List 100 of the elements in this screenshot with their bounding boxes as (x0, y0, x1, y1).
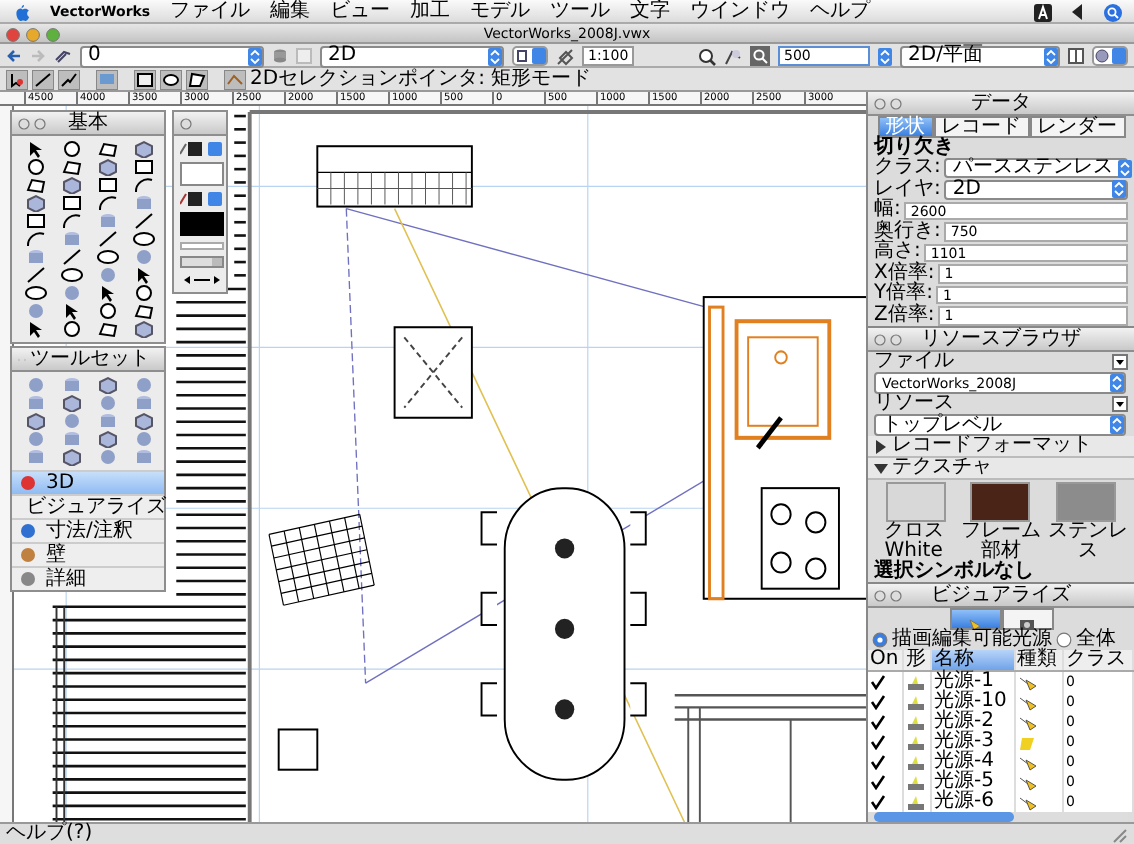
search-icon[interactable] (1104, 3, 1122, 21)
polygon-icon[interactable] (96, 320, 120, 338)
light-name[interactable]: 光源-5 (930, 772, 1015, 792)
cube-icon[interactable] (96, 158, 120, 176)
menu-caret-icon[interactable] (1112, 396, 1128, 412)
checkmark-icon[interactable] (870, 734, 886, 750)
oval-icon[interactable] (24, 284, 48, 302)
apple-logo-icon[interactable] (12, 2, 30, 22)
cube-icon[interactable] (132, 412, 156, 430)
cube-icon[interactable] (132, 140, 156, 158)
close-button-icon[interactable] (6, 27, 20, 41)
radio-button[interactable] (872, 632, 888, 648)
light-name[interactable]: 光源-4 (930, 752, 1015, 772)
rectangle-mode-icon[interactable] (134, 70, 156, 90)
cube-icon[interactable] (96, 430, 120, 448)
page-dropdown-icon[interactable] (512, 46, 548, 66)
checkmark-icon[interactable] (870, 674, 886, 690)
checkmark-icon[interactable] (870, 714, 886, 730)
tool-set-item[interactable]: 寸法/注釈 (12, 518, 164, 542)
checkmark-icon[interactable] (870, 794, 886, 810)
line-icon[interactable] (24, 266, 48, 284)
light-name[interactable]: 光源-3 (930, 732, 1015, 752)
light-name[interactable]: 光源-2 (930, 712, 1015, 732)
cube-icon[interactable] (60, 176, 84, 194)
column-header[interactable]: クラス (1063, 650, 1133, 671)
cube-icon[interactable] (132, 320, 156, 338)
circle-icon[interactable] (60, 320, 84, 338)
arc-icon[interactable] (24, 230, 48, 248)
cube-icon[interactable] (24, 194, 48, 212)
layer-dropdown[interactable]: 2D (320, 45, 504, 67)
polygon-mode-icon[interactable] (186, 70, 208, 90)
rectangle-icon[interactable] (96, 176, 120, 194)
column-header[interactable]: 形 (903, 650, 931, 671)
tool-set-item[interactable]: 3D (12, 470, 164, 494)
lasso-mode-icon[interactable] (160, 70, 182, 90)
database-icon[interactable] (272, 48, 288, 64)
zoom-button-icon[interactable] (46, 27, 60, 41)
fill-style-icon[interactable] (180, 142, 224, 156)
menu-item[interactable]: ウインドウ (690, 2, 791, 22)
polyline-mode-icon[interactable] (58, 70, 80, 90)
line-icon[interactable] (132, 212, 156, 230)
zoom-icon[interactable] (698, 47, 716, 65)
cube-icon[interactable] (96, 376, 120, 394)
checkmark-icon[interactable] (870, 754, 886, 770)
input-menu-icon[interactable] (1034, 3, 1052, 21)
collapse-button-icon[interactable] (890, 97, 902, 109)
line-icon[interactable] (96, 230, 120, 248)
disclosure-triangle-icon[interactable] (874, 439, 888, 453)
view-dropdown[interactable]: 2D/平面 (900, 45, 1060, 67)
line-mode-icon[interactable] (32, 70, 54, 90)
collapse-button-icon[interactable] (890, 333, 902, 345)
light-name[interactable]: 光源-10 (930, 692, 1015, 712)
pen-style-icon[interactable] (180, 192, 224, 206)
pointer-mode-icon[interactable] (6, 70, 28, 90)
checkmark-icon[interactable] (870, 694, 886, 710)
oval-icon[interactable] (60, 266, 84, 284)
resize-grip-icon[interactable] (1110, 825, 1128, 843)
oval-icon[interactable] (132, 230, 156, 248)
close-button-icon[interactable] (180, 117, 192, 129)
rectangle-icon[interactable] (24, 212, 48, 230)
oval-icon[interactable] (96, 248, 120, 266)
column-header[interactable]: On (868, 650, 904, 671)
menu-item[interactable]: ツール (550, 2, 611, 22)
menu-item[interactable]: 編集 (270, 2, 311, 22)
camera-tab[interactable] (1001, 608, 1053, 630)
close-button-icon[interactable] (874, 589, 886, 601)
field-dropdown[interactable]: 2D (944, 179, 1128, 200)
flyover-icon[interactable] (724, 47, 742, 65)
tab[interactable]: レンダー (1029, 116, 1125, 138)
render-mode-icon[interactable] (1092, 46, 1128, 66)
polygon-icon[interactable] (132, 302, 156, 320)
class-dropdown[interactable]: 0 (80, 45, 264, 67)
rectangle-icon[interactable] (60, 194, 84, 212)
radio-button[interactable] (1056, 632, 1072, 648)
menu-item[interactable]: モデル (470, 2, 531, 22)
minimize-button-icon[interactable] (26, 27, 40, 41)
circle-icon[interactable] (24, 158, 48, 176)
arc-icon[interactable] (60, 212, 84, 230)
fill-swatch-icon[interactable] (180, 162, 224, 186)
tool-set-item[interactable]: 壁 (12, 542, 164, 566)
triangle-icon[interactable] (1072, 4, 1084, 20)
folder-dropdown[interactable]: トップレベル (874, 414, 1126, 436)
arc-icon[interactable] (132, 176, 156, 194)
rectangle-icon[interactable] (132, 158, 156, 176)
cube-icon[interactable] (24, 412, 48, 430)
polygon-icon[interactable] (60, 158, 84, 176)
polygon-icon[interactable] (24, 176, 48, 194)
circle-icon[interactable] (96, 302, 120, 320)
close-button-icon[interactable] (18, 117, 30, 129)
menu-item[interactable]: ビュー (330, 2, 391, 22)
zoom-search-icon[interactable] (750, 46, 770, 66)
tab[interactable]: レコード (933, 116, 1029, 138)
close-button-icon[interactable] (874, 97, 886, 109)
close-button-icon[interactable] (874, 333, 886, 345)
column-header[interactable]: 名称 (930, 650, 1015, 671)
tool-set-item[interactable]: 詳細 (12, 566, 164, 590)
light-name[interactable]: 光源-1 (930, 671, 1015, 692)
menu-item[interactable]: 加工 (410, 2, 451, 22)
disclosure-triangle-icon[interactable] (874, 461, 888, 475)
light-tab[interactable] (949, 608, 1001, 630)
